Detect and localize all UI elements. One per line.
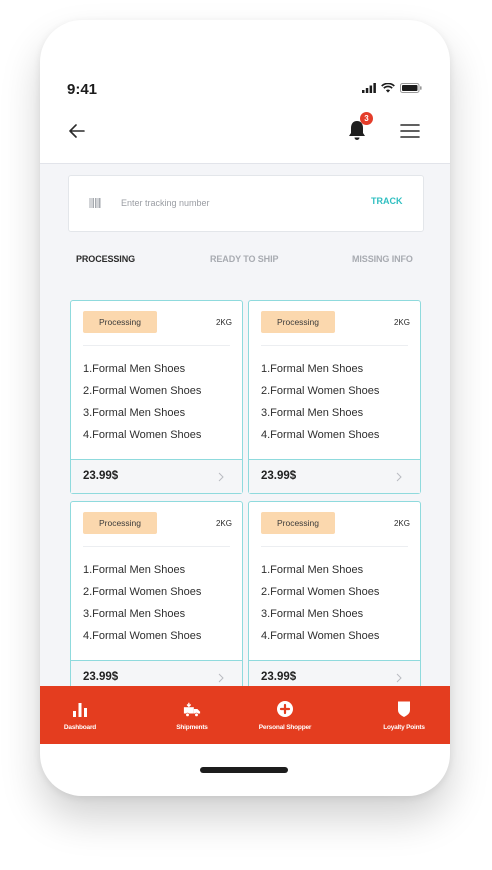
phone-frame: 9:41 3 Enter tracking number TRACK PROCE… [40, 20, 450, 796]
bar-chart-icon [73, 703, 87, 717]
status-badge: Processing [261, 311, 335, 333]
nav-label-shipments: Shipments [176, 724, 208, 731]
list-item: 3.Formal Men Shoes [261, 407, 364, 419]
shipment-card[interactable]: Processing 2KG 1.Formal Men Shoes 2.Form… [248, 300, 421, 494]
chevron-right-icon [218, 673, 224, 683]
list-item: 4.Formal Women Shoes [83, 630, 202, 642]
card-divider [83, 546, 230, 547]
list-item: 2.Formal Women Shoes [261, 586, 380, 598]
nav-shipments[interactable]: Shipments [144, 686, 240, 744]
list-item: 1.Formal Men Shoes [261, 363, 364, 375]
nav-dashboard[interactable]: Dashboard [40, 686, 120, 744]
list-item: 2.Formal Women Shoes [83, 586, 202, 598]
chevron-right-icon [396, 472, 402, 482]
card-divider [261, 546, 408, 547]
status-time: 9:41 [67, 81, 98, 98]
chevron-right-icon [218, 472, 224, 482]
list-item: 1.Formal Men Shoes [83, 564, 186, 576]
list-item: 1.Formal Men Shoes [261, 564, 364, 576]
track-button[interactable]: TRACK [371, 196, 403, 206]
nav-label-personal-shopper: Personal Shopper [258, 724, 312, 731]
list-item: 1.Formal Men Shoes [83, 363, 186, 375]
back-button[interactable] [66, 120, 88, 142]
list-item: 4.Formal Women Shoes [261, 630, 380, 642]
nav-loyalty-points[interactable]: Loyalty Points [358, 686, 450, 744]
tab-ready-to-ship[interactable]: READY TO SHIP [210, 254, 278, 264]
status-badge: Processing [83, 311, 157, 333]
nav-label-loyalty-points: Loyalty Points [383, 724, 425, 731]
arrow-left-icon [69, 124, 85, 138]
shipment-card[interactable]: Processing 2KG 1.Formal Men Shoes 2.Form… [248, 501, 421, 695]
price-label: 23.99$ [83, 671, 119, 683]
item-list: 1.Formal Men Shoes 2.Formal Women Shoes … [261, 559, 379, 647]
barcode-icon [89, 198, 101, 208]
status-icons [362, 83, 422, 93]
item-list: 1.Formal Men Shoes 2.Formal Women Shoes … [83, 559, 201, 647]
list-item: 4.Formal Women Shoes [83, 429, 202, 441]
nav-personal-shopper[interactable]: Personal Shopper [240, 686, 330, 744]
card-footer[interactable]: 23.99$ [71, 459, 242, 493]
price-label: 23.99$ [261, 470, 297, 482]
notification-count-badge: 3 [360, 112, 373, 125]
nav-label-dashboard: Dashboard [63, 724, 97, 731]
chevron-right-icon [396, 673, 402, 683]
card-divider [261, 345, 408, 346]
tracking-search-box: TRACK [68, 175, 424, 232]
status-tabs: PROCESSING READY TO SHIP MISSING INFO [76, 254, 422, 266]
truck-icon [183, 702, 201, 718]
notifications-button[interactable]: 3 [346, 112, 373, 142]
shipment-card[interactable]: Processing 2KG 1.Formal Men Shoes 2.Form… [70, 300, 243, 494]
plus-circle-icon [277, 701, 293, 717]
shield-icon [398, 701, 410, 717]
list-item: 2.Formal Women Shoes [261, 385, 380, 397]
status-badge: Processing [261, 512, 335, 534]
tab-missing-info[interactable]: MISSING INFO [352, 254, 413, 264]
battery-icon [400, 83, 422, 93]
bottom-nav: Dashboard Shipments Personal Shopper Loy… [40, 686, 450, 744]
hamburger-menu-icon [400, 124, 420, 138]
list-item: 3.Formal Men Shoes [83, 407, 186, 419]
tab-processing[interactable]: PROCESSING [76, 254, 135, 264]
shipment-card[interactable]: Processing 2KG 1.Formal Men Shoes 2.Form… [70, 501, 243, 695]
weight-label: 2KG [215, 318, 232, 327]
item-list: 1.Formal Men Shoes 2.Formal Women Shoes … [261, 358, 379, 446]
list-item: 2.Formal Women Shoes [83, 385, 202, 397]
weight-label: 2KG [393, 318, 410, 327]
wifi-icon [381, 83, 395, 93]
menu-button[interactable] [400, 123, 420, 139]
list-item: 3.Formal Men Shoes [261, 608, 364, 620]
card-divider [83, 345, 230, 346]
card-footer[interactable]: 23.99$ [249, 459, 420, 493]
list-item: 4.Formal Women Shoes [261, 429, 380, 441]
tracking-number-input[interactable] [121, 195, 331, 211]
price-label: 23.99$ [83, 470, 119, 482]
weight-label: 2KG [393, 519, 410, 528]
weight-label: 2KG [215, 519, 232, 528]
item-list: 1.Formal Men Shoes 2.Formal Women Shoes … [83, 358, 201, 446]
signal-icon [362, 83, 376, 93]
home-indicator [200, 767, 288, 773]
list-item: 3.Formal Men Shoes [83, 608, 186, 620]
status-badge: Processing [83, 512, 157, 534]
price-label: 23.99$ [261, 671, 297, 683]
main-content: TRACK PROCESSING READY TO SHIP MISSING I… [40, 163, 450, 695]
